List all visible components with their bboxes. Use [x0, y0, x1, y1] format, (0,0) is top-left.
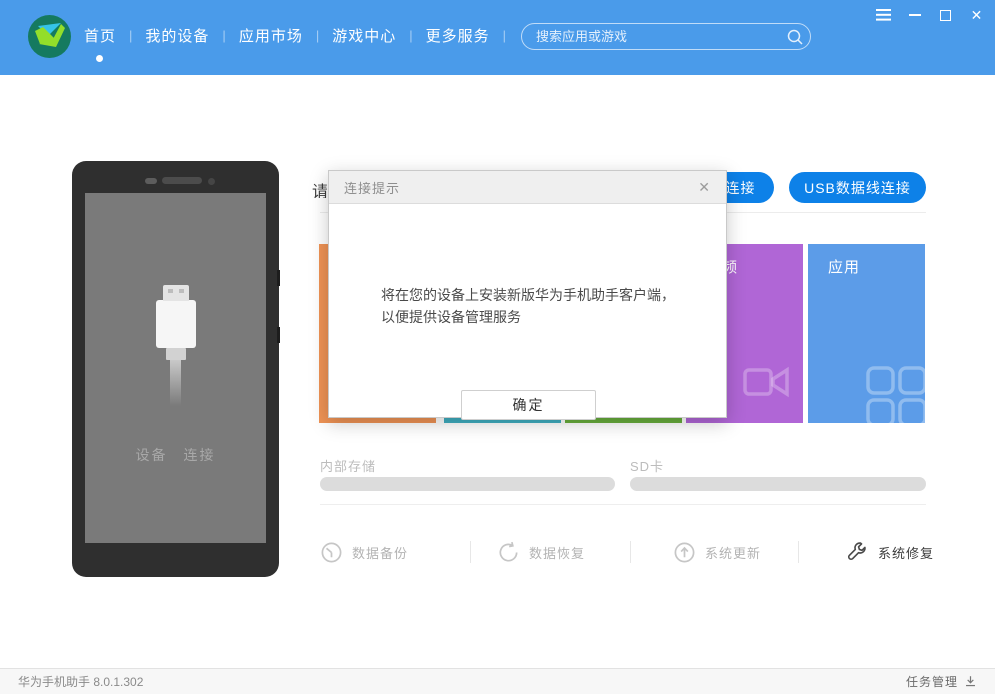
- sd-card-bar: [630, 477, 926, 491]
- header-bar: 首页 | 我的设备 | 应用市场 | 游戏中心 | 更多服务 | ✕: [0, 0, 995, 75]
- nav-item-home[interactable]: 首页: [84, 25, 116, 62]
- action-label: 数据恢复: [529, 546, 586, 561]
- action-data-backup[interactable]: 数据备份: [320, 541, 408, 564]
- close-icon[interactable]: ✕: [969, 8, 984, 22]
- action-separator: [630, 541, 631, 563]
- footer-bar: 华为手机助手 8.0.1.302 任务管理: [0, 668, 995, 694]
- status-text-device: 设备: [135, 447, 168, 463]
- download-tasks-icon: [966, 676, 975, 687]
- connect-dialog: 连接提示 ✕ 将在您的设备上安装新版华为手机助手客户端， 以便提供设备管理服务 …: [328, 170, 727, 420]
- phone-camera-dot: [208, 178, 215, 185]
- phone-screen: 设备 连接: [85, 193, 266, 543]
- nav-item-more-services[interactable]: 更多服务: [426, 25, 490, 46]
- usb-connect-button[interactable]: USB数据线连接: [789, 172, 926, 203]
- action-system-repair[interactable]: 系统修复: [846, 541, 934, 564]
- phone-side-button: [277, 327, 280, 343]
- usb-cable-icon: [85, 285, 266, 406]
- nav-item-my-devices[interactable]: 我的设备: [145, 25, 209, 46]
- hisuite-logo-icon: [27, 14, 72, 59]
- sd-card-label: SD卡: [630, 459, 665, 474]
- section-divider: [320, 504, 926, 505]
- search-icon[interactable]: [784, 27, 810, 47]
- action-data-restore[interactable]: 数据恢复: [497, 541, 585, 564]
- wrench-icon: [848, 542, 866, 560]
- search-input[interactable]: [522, 29, 784, 44]
- update-arrow-icon: [674, 542, 695, 563]
- app-version-text: 华为手机助手 8.0.1.302: [18, 675, 144, 689]
- tile-apps[interactable]: 应用: [808, 244, 925, 423]
- action-label: 系统修复: [878, 546, 935, 561]
- nav-separator: |: [502, 28, 507, 43]
- nav-item-app-market[interactable]: 应用市场: [239, 25, 303, 46]
- internal-storage-bar: [320, 477, 615, 491]
- video-camera-icon: [743, 366, 789, 398]
- dialog-titlebar: 连接提示 ✕: [329, 171, 726, 204]
- dialog-close-icon[interactable]: ✕: [694, 177, 714, 198]
- nav-separator: |: [222, 28, 226, 43]
- dialog-title: 连接提示: [344, 180, 401, 196]
- nav-separator: |: [409, 28, 413, 43]
- page-heading-partial: 请: [312, 184, 327, 198]
- dialog-body: 将在您的设备上安装新版华为手机助手客户端， 以便提供设备管理服务 确定: [329, 204, 726, 420]
- maximize-icon[interactable]: [938, 8, 953, 22]
- action-label: 系统更新: [705, 546, 762, 561]
- task-manager-button[interactable]: 任务管理: [906, 673, 977, 690]
- backup-clock-icon: [321, 542, 342, 563]
- action-system-update[interactable]: 系统更新: [673, 541, 761, 564]
- main-nav: 首页 | 我的设备 | 应用市场 | 游戏中心 | 更多服务 |: [84, 25, 519, 62]
- restore-arrow-icon: [499, 541, 518, 562]
- phone-side-button: [277, 270, 280, 286]
- action-separator: [470, 541, 471, 563]
- task-manager-label: 任务管理: [905, 675, 958, 689]
- hisuite-window: 首页 | 我的设备 | 应用市场 | 游戏中心 | 更多服务 | ✕: [0, 0, 995, 694]
- nav-separator: |: [315, 28, 320, 43]
- status-text-connect: 连接: [183, 447, 216, 463]
- nav-item-game-center[interactable]: 游戏中心: [332, 25, 396, 46]
- nav-separator: |: [129, 28, 133, 43]
- window-controls: ✕: [876, 8, 984, 22]
- action-separator: [798, 541, 799, 563]
- menu-icon[interactable]: [876, 8, 891, 22]
- phone-illustration: 设备 连接: [72, 161, 280, 577]
- internal-storage-label: 内部存储: [320, 459, 377, 474]
- action-label: 数据备份: [352, 546, 409, 561]
- minimize-icon[interactable]: [907, 8, 922, 22]
- dialog-message: 将在您的设备上安装新版华为手机助手客户端， 以便提供设备管理服务: [381, 287, 675, 325]
- dialog-ok-button[interactable]: 确定: [461, 390, 596, 420]
- active-tab-dot: [96, 55, 103, 62]
- app-grid-icon: [866, 366, 925, 423]
- tile-label: 应用: [828, 259, 861, 276]
- device-connect-status: 设备 连接: [85, 445, 266, 465]
- phone-earpiece: [145, 178, 157, 184]
- phone-speaker: [162, 177, 202, 184]
- search-box[interactable]: [521, 23, 811, 50]
